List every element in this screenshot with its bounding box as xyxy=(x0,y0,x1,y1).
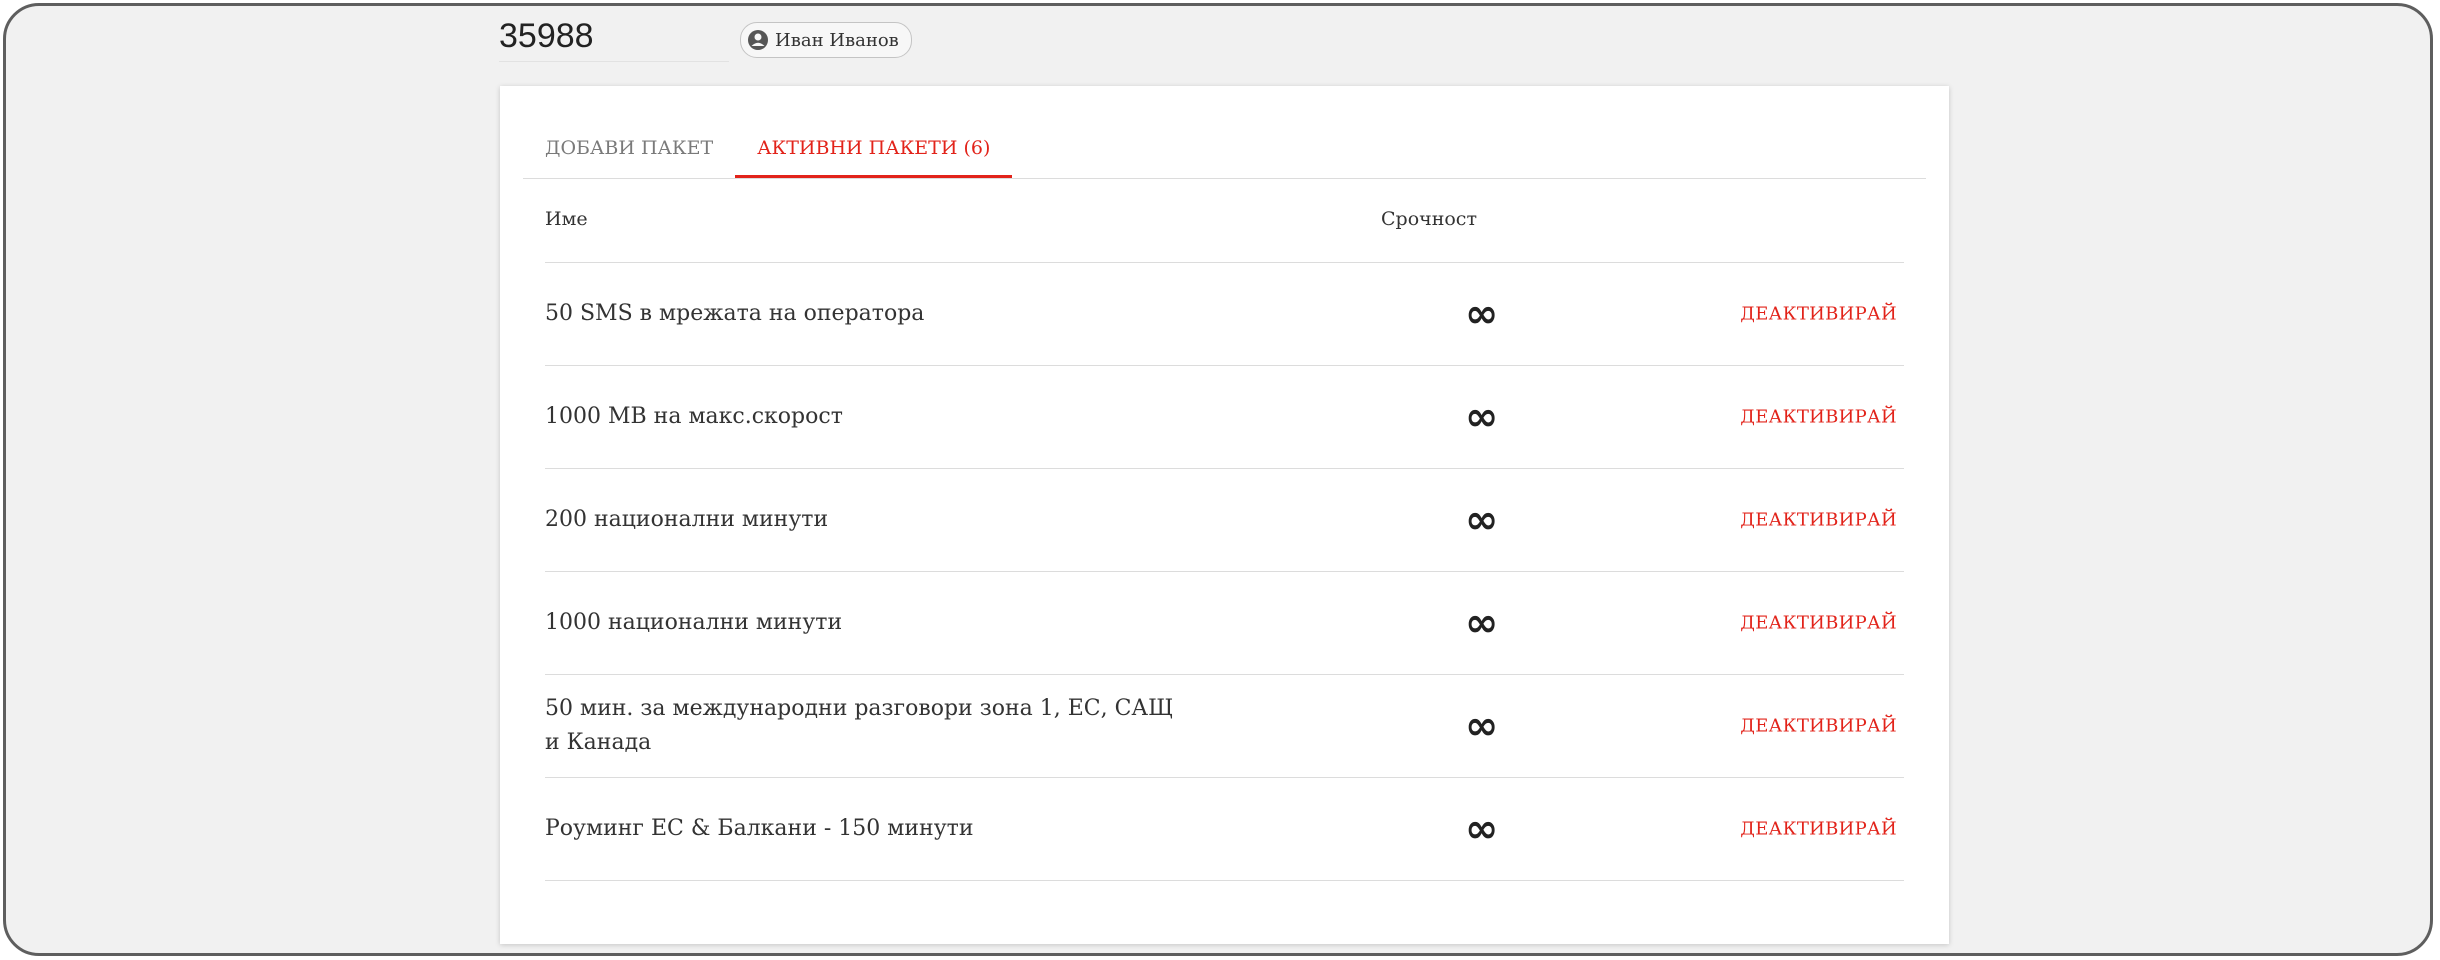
package-name: 200 национални минути xyxy=(545,507,829,532)
user-name: Иван Иванов xyxy=(775,29,899,51)
column-header-name: Име xyxy=(545,208,588,230)
user-circle-icon xyxy=(747,29,769,51)
tab-active-packages[interactable]: АКТИВНИ ПАКЕТИ (6) xyxy=(735,120,1013,178)
table-row: 1000 национални минути ∞ ДЕАКТИВИРАЙ xyxy=(545,572,1904,675)
infinity-icon: ∞ xyxy=(1465,806,1499,852)
infinity-icon: ∞ xyxy=(1465,703,1499,749)
deactivate-button[interactable]: ДЕАКТИВИРАЙ xyxy=(1740,510,1897,531)
deactivate-button[interactable]: ДЕАКТИВИРАЙ xyxy=(1740,613,1897,634)
table-row: 50 SMS в мрежата на оператора ∞ ДЕАКТИВИ… xyxy=(545,263,1904,366)
package-name: 1000 национални минути xyxy=(545,610,843,635)
infinity-icon: ∞ xyxy=(1465,291,1499,337)
tabs: ДОБАВИ ПАКЕТ АКТИВНИ ПАКЕТИ (6) xyxy=(523,120,1926,179)
account-header: 35988 Иван Иванов xyxy=(499,12,912,68)
deactivate-button[interactable]: ДЕАКТИВИРАЙ xyxy=(1740,716,1897,737)
browser-window: 35988 Иван Иванов ДОБАВИ ПАКЕТ АКТИВНИ П… xyxy=(3,3,2433,956)
infinity-icon: ∞ xyxy=(1465,497,1499,543)
table-row: 1000 MB на макс.скорост ∞ ДЕАКТИВИРАЙ xyxy=(545,366,1904,469)
package-name: 50 мин. за международни разговори зона 1… xyxy=(545,696,1174,755)
packages-card: ДОБАВИ ПАКЕТ АКТИВНИ ПАКЕТИ (6) Име Сроч… xyxy=(500,86,1949,944)
deactivate-button[interactable]: ДЕАКТИВИРАЙ xyxy=(1740,819,1897,840)
package-name: 50 SMS в мрежата на оператора xyxy=(545,301,925,326)
phone-number: 35988 xyxy=(499,19,729,62)
table-row: 50 мин. за международни разговори зона 1… xyxy=(545,675,1904,778)
table-row: 200 национални минути ∞ ДЕАКТИВИРАЙ xyxy=(545,469,1904,572)
user-chip[interactable]: Иван Иванов xyxy=(740,22,912,58)
deactivate-button[interactable]: ДЕАКТИВИРАЙ xyxy=(1740,304,1897,325)
package-name: Роуминг ЕС & Балкани - 150 минути xyxy=(545,816,974,841)
package-name: 1000 MB на макс.скорост xyxy=(545,404,843,429)
tab-add-package[interactable]: ДОБАВИ ПАКЕТ xyxy=(523,120,735,178)
packages-table: Име Срочност 50 SMS в мрежата на операто… xyxy=(545,178,1904,881)
deactivate-button[interactable]: ДЕАКТИВИРАЙ xyxy=(1740,407,1897,428)
table-header: Име Срочност xyxy=(545,178,1904,263)
infinity-icon: ∞ xyxy=(1465,600,1499,646)
table-row: Роуминг ЕС & Балкани - 150 минути ∞ ДЕАК… xyxy=(545,778,1904,881)
infinity-icon: ∞ xyxy=(1465,394,1499,440)
column-header-term: Срочност xyxy=(1381,208,1477,230)
